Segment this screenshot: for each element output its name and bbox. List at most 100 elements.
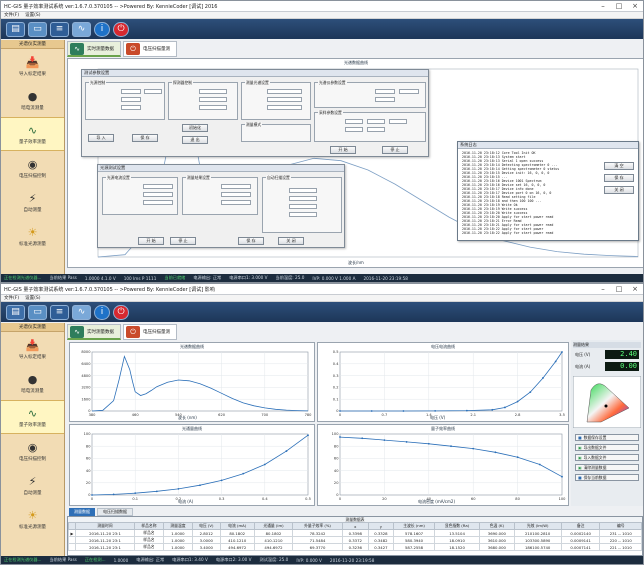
log-clear-button[interactable]: 清 空 [604, 162, 634, 170]
field-s[interactable] [143, 184, 173, 189]
table-header-cell[interactable]: 外量子效率 (%) [292, 522, 343, 530]
sidebar-item-auto[interactable]: ⚡ 自动测量 [1, 185, 64, 219]
field-g[interactable] [199, 105, 227, 110]
table-header-cell[interactable]: 测量温度 [162, 522, 193, 530]
save-settings-button[interactable]: ■ 数据保存设置 [575, 434, 639, 441]
power-icon[interactable]: ⏻ [113, 304, 129, 320]
table-header-cell[interactable]: 电压 (V) [191, 522, 221, 530]
field-k[interactable] [375, 89, 395, 94]
table-row[interactable]: 2016-11-20 23:1 样品名 1.0000 3.0000 410.1210 41… [68, 536, 642, 544]
field-w[interactable] [221, 192, 251, 197]
minimize-icon[interactable]: – [595, 2, 611, 10]
stop-button[interactable]: 停 止 [382, 146, 408, 154]
field-l[interactable] [399, 89, 419, 94]
light-start-button[interactable]: 开 始 [138, 237, 164, 245]
power-icon[interactable]: ⏻ [113, 21, 129, 37]
log-save-button[interactable]: 保 存 [604, 174, 634, 182]
menu-file[interactable]: 文件(F) [4, 12, 19, 18]
table-header-cell[interactable]: y [367, 522, 395, 530]
field-d[interactable] [144, 89, 162, 94]
field-c[interactable] [121, 105, 141, 110]
table-header-cell[interactable]: 样品名称 [133, 522, 164, 530]
field-b[interactable] [121, 97, 141, 102]
table-header-cell[interactable]: 电流 (mA) [219, 522, 255, 530]
tab-realtime[interactable]: ∿ 实时测量数据 [67, 41, 121, 57]
sidebar-item-import[interactable]: 📥 导入标定结果 [1, 332, 64, 366]
tab-scan[interactable]: ⏻ 电压扫描量测 [123, 324, 177, 340]
field-z[interactable] [289, 196, 317, 201]
field-t[interactable] [143, 192, 173, 197]
init-button[interactable]: 初始化 [182, 124, 208, 132]
list-icon[interactable]: ≡ [50, 304, 69, 320]
import-data-button[interactable]: ▣ 导入数据文件 [575, 454, 639, 461]
field-x[interactable] [221, 200, 251, 205]
sidebar-item-lamp[interactable]: ☀ 标准光源测量 [1, 219, 64, 253]
table-header-cell[interactable]: 主波长 (nm) [393, 522, 435, 530]
minimize-icon[interactable]: – [595, 285, 611, 293]
sidebar-item-dark-current[interactable]: ● 暗电流测量 [1, 366, 64, 400]
open-icon[interactable]: ▭ [28, 304, 47, 320]
field-u[interactable] [143, 200, 173, 205]
start-button[interactable]: 开 始 [330, 146, 356, 154]
menu-settings[interactable]: 设置(S) [25, 12, 40, 18]
save-button[interactable]: 保 存 [132, 134, 158, 142]
close-icon[interactable]: × [627, 285, 643, 293]
maximize-icon[interactable]: □ [611, 285, 627, 293]
field-aa[interactable] [289, 204, 317, 209]
table-header-cell[interactable]: x [341, 522, 369, 530]
table-header-cell[interactable]: 测量时间 [75, 522, 135, 530]
field-q[interactable] [345, 127, 363, 132]
tab-measure-data[interactable]: 测量数据 [69, 508, 95, 516]
sidebar-item-auto[interactable]: ⚡ 自动测量 [1, 468, 64, 502]
exit-button[interactable]: 退 出 [182, 136, 208, 144]
field-i[interactable] [267, 97, 302, 102]
menu-file[interactable]: 文件(F) [4, 295, 19, 301]
import-button[interactable]: 导 入 [88, 134, 114, 142]
close-icon[interactable]: × [627, 2, 643, 10]
save-current-button[interactable]: ■ 保存当前数据 [575, 474, 639, 481]
field-ab[interactable] [289, 212, 317, 217]
field-h[interactable] [267, 89, 302, 94]
light-close-button[interactable]: 关 闭 [278, 237, 304, 245]
field-f[interactable] [199, 97, 227, 102]
sidebar-item-voltage-scan[interactable]: ◉ 电压扫描控制 [1, 434, 64, 468]
tab-realtime[interactable]: ∿ 实时测量数据 [67, 324, 121, 340]
tab-scan[interactable]: ⏻ 电压扫描量测 [123, 41, 177, 57]
sidebar-item-dark-current[interactable]: ● 暗电流测量 [1, 83, 64, 117]
info-icon[interactable]: i [94, 304, 110, 320]
list-icon[interactable]: ≡ [50, 21, 69, 37]
open-icon[interactable]: ▭ [28, 21, 47, 37]
sidebar-item-lamp[interactable]: ☀ 标准光源测量 [1, 502, 64, 536]
field-n[interactable] [345, 119, 363, 124]
chart-icon[interactable]: ∿ [72, 21, 91, 37]
table-header-cell[interactable]: 备注 [560, 522, 601, 530]
new-doc-icon[interactable]: ▤ [6, 304, 25, 320]
export-button[interactable]: ▣ 导出数据文件 [575, 444, 639, 451]
table-header-cell[interactable]: 显色指数 (Ra) [433, 522, 481, 530]
clear-data-button[interactable]: ▣ 清除测量数据 [575, 464, 639, 471]
log-close-button[interactable]: 关 闭 [604, 186, 634, 194]
table-header-cell[interactable]: 编号 [599, 522, 642, 530]
field-v[interactable] [221, 184, 251, 189]
field-y[interactable] [289, 188, 317, 193]
sidebar-item-qe[interactable]: ∿ 量子效率测量 [1, 117, 64, 151]
field-e[interactable] [199, 89, 227, 94]
table-row[interactable]: ▶ 2016-11-20 23:1 样品名 1.0000 2.8012 80.1802 80… [68, 529, 642, 537]
field-j[interactable] [267, 105, 302, 110]
table-header-cell[interactable]: 色温 (K) [479, 522, 515, 530]
table-row[interactable]: 2016-11-20 23:1 样品名 1.0000 3.4000 494.6972 49… [68, 543, 642, 551]
sidebar-item-voltage-scan[interactable]: ◉ 电压扫描控制 [1, 151, 64, 185]
sidebar-item-import[interactable]: 📥 导入标定结果 [1, 49, 64, 83]
field-r[interactable] [367, 127, 385, 132]
light-save-button[interactable]: 保 存 [238, 237, 264, 245]
field-m[interactable] [375, 97, 395, 102]
field-a[interactable] [121, 89, 141, 94]
info-icon[interactable]: i [94, 21, 110, 37]
table-header-cell[interactable]: 光通量 (lm) [253, 522, 294, 530]
new-doc-icon[interactable]: ▤ [6, 21, 25, 37]
tab-scan-data[interactable]: 电压扫描数据 [97, 508, 133, 516]
table-header-cell[interactable]: 光效 (lm/W) [513, 522, 562, 530]
menu-settings[interactable]: 设置(S) [25, 295, 40, 301]
sidebar-item-qe[interactable]: ∿ 量子效率测量 [1, 400, 64, 434]
chart-icon[interactable]: ∿ [72, 304, 91, 320]
